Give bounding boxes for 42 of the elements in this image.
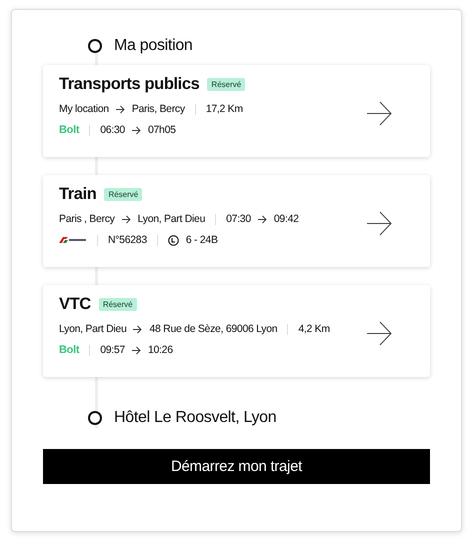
status-badge: Réservé [104, 188, 142, 201]
trip-detail: Lyon, Part Dieu [59, 323, 126, 335]
seat-number: 6 - 24B [186, 234, 218, 246]
trip-detail: 09:57 [100, 344, 125, 356]
trip-detail: 06:30 [100, 124, 125, 136]
trip-detail: 48 Rue de Sèze, 69006 Lyon [149, 323, 278, 335]
status-badge: Réservé [207, 78, 246, 91]
arrow-icon [258, 214, 267, 224]
leg-card[interactable]: VTC Réservé Lyon, Part Dieu 48 Rue de Sèze, 69006 Lyon 4,2 Km Bolt 09:57 10:26 [43, 285, 430, 377]
trip-detail: 4,2 Km [298, 323, 330, 335]
trip-detail: 10:26 [148, 344, 173, 356]
trip-detail: Lyon, Part Dieu [138, 213, 206, 225]
leg-card[interactable]: Transports publics Réservé My location Paris, Bercy 17,2 Km Bolt 06:30 07h05 [43, 65, 430, 157]
brand-logo: Bolt [59, 124, 80, 136]
trip-detail: 07h05 [148, 124, 176, 136]
origin-label: Ma position [114, 37, 193, 55]
leg-title: VTC [59, 295, 91, 314]
chevron-right-icon[interactable] [367, 211, 392, 236]
chevron-right-icon[interactable] [367, 321, 392, 346]
rail-logo-icon [59, 236, 87, 244]
destination-label: Hôtel Le Roosvelt, Lyon [114, 409, 276, 427]
chevron-right-icon[interactable] [367, 101, 392, 126]
trip-detail: N°56283 [108, 234, 147, 246]
trip-detail: 09:42 [274, 213, 299, 225]
leg-title: Transports publics [59, 75, 200, 94]
trip-detail: Paris , Bercy [59, 213, 115, 225]
start-trip-button[interactable]: Démarrez mon trajet [43, 449, 430, 484]
trip-detail: 17,2 Km [206, 103, 243, 115]
arrow-icon [133, 324, 142, 334]
brand-logo: Bolt [59, 344, 80, 356]
arrow-icon [132, 126, 141, 134]
destination-dot [88, 411, 102, 425]
trip-detail: Paris, Bercy [132, 103, 185, 115]
origin-dot [88, 39, 102, 53]
arrow-icon [132, 346, 141, 354]
arrow-icon [116, 104, 125, 114]
arrow-icon [122, 214, 131, 224]
trip-detail: 07:30 [226, 213, 251, 225]
leg-title: Train [59, 185, 96, 204]
leg-card[interactable]: Train Réservé Paris , Bercy Lyon, Part Dieu 07:30 09:42 N°56283 6 - 24B [43, 175, 430, 267]
trip-detail: My location [59, 103, 109, 115]
status-badge: Réservé [98, 298, 137, 311]
